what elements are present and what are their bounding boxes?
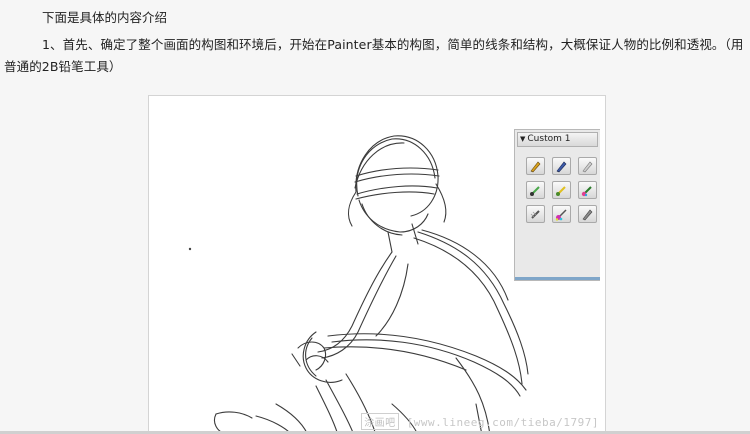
palette-footer-bar (515, 277, 600, 280)
paragraph-text: 1、首先、确定了整个画面的构图和环境后，开始在Painter基本的构图，简单的线… (4, 37, 744, 74)
yellow-brush-tool-icon[interactable] (552, 181, 571, 199)
pen-tool-icon[interactable] (552, 157, 571, 175)
custom-palette-panel: ▼ Custom 1 (514, 129, 600, 281)
intro-text: 下面是具体的内容介绍 (42, 10, 168, 25)
color-mixer-tool-icon[interactable] (552, 205, 571, 223)
watermark: 涂画吧 [www.lineeg.com/tieba/1797] (361, 413, 599, 430)
tool-grid (526, 157, 600, 223)
eraser-pencil-tool-icon[interactable] (578, 157, 597, 175)
palette-header[interactable]: ▼ Custom 1 (517, 132, 598, 147)
brush-tool-icon[interactable] (526, 181, 545, 199)
palette-title: Custom 1 (527, 134, 571, 144)
pencil-tool-icon[interactable] (526, 157, 545, 175)
rainbow-brush-tool-icon[interactable] (578, 181, 597, 199)
watermark-url: [www.lineeg.com/tieba/1797] (406, 416, 599, 429)
collapse-triangle-icon[interactable]: ▼ (520, 135, 525, 143)
sketch-figure: ▼ Custom 1 涂画吧 [www.lineeg.com/tieba/179… (148, 95, 606, 434)
watermark-logo: 涂画吧 (361, 413, 399, 430)
airbrush-tool-icon[interactable] (526, 205, 545, 223)
blender-tool-icon[interactable] (578, 205, 597, 223)
